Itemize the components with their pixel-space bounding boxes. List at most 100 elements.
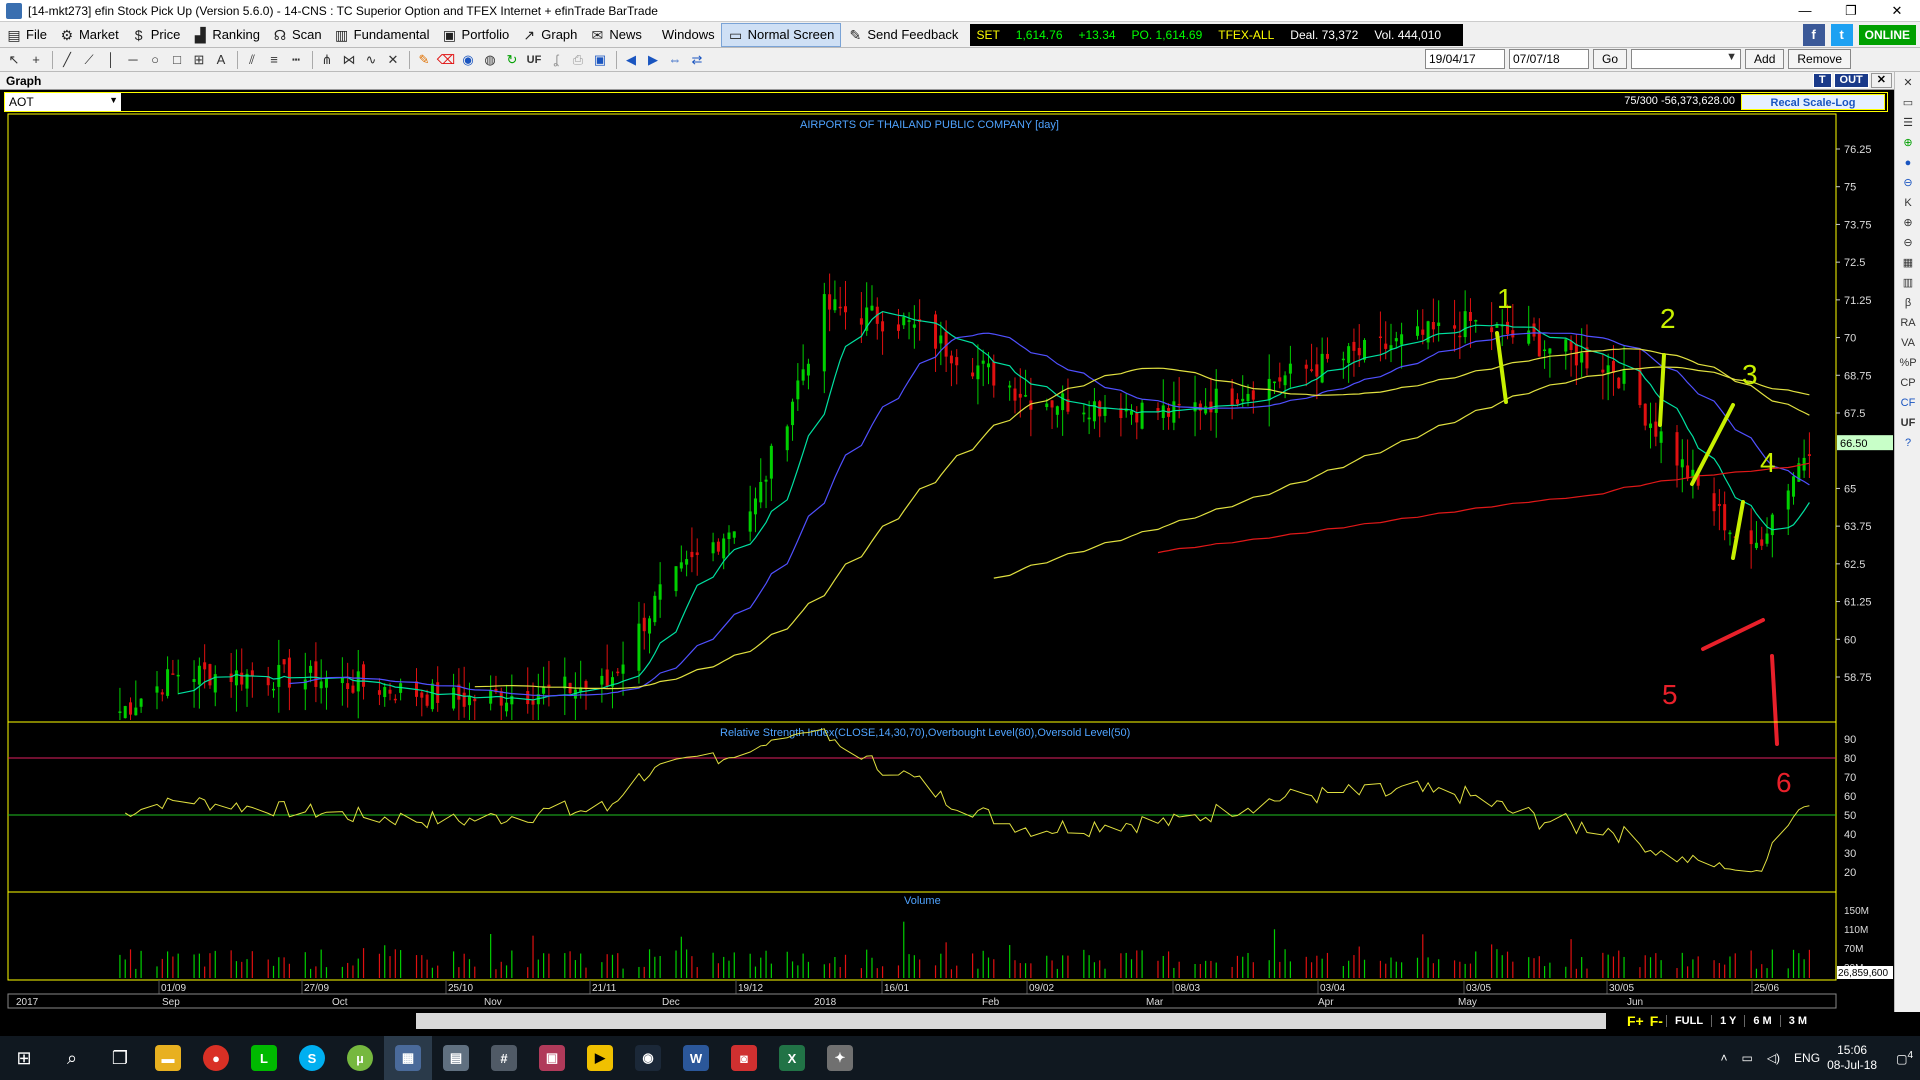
go-button[interactable]: Go [1593,49,1628,69]
script-icon[interactable]: ʆ [546,50,566,70]
side-minus-icon[interactable]: ⊖ [1897,174,1919,192]
menu-graph[interactable]: ↗ Graph [515,23,583,47]
clock[interactable]: 15:06 08-Jul-18 [1827,1043,1877,1073]
price-chart[interactable]: 76.257573.7572.571.257068.7567.56563.756… [0,112,1894,1012]
uf-icon[interactable]: UF [524,50,544,70]
scroll-left-icon[interactable]: ◀ [621,50,641,70]
maximize-button[interactable]: ❐ [1828,0,1874,22]
network-icon[interactable]: ▭ [1741,1051,1752,1065]
gann-icon[interactable]: ⋈ [339,50,359,70]
font-larger-button[interactable]: F+ [1624,1013,1647,1029]
side-window-icon[interactable]: ▭ [1897,94,1919,112]
line-icon[interactable]: L [240,1036,288,1080]
panel-close-button[interactable]: ✕ [1870,73,1892,88]
recalc-scale-button[interactable]: Recal Scale-Log [1741,94,1885,110]
text-icon[interactable]: A [211,50,231,70]
side-cf-icon[interactable]: CF [1897,394,1919,412]
crosshair-icon[interactable]: + [26,50,46,70]
side-cp-icon[interactable]: CP [1897,374,1919,392]
channel-icon[interactable]: ⫽ [242,50,262,70]
menu-fundamental[interactable]: ▥ Fundamental [328,23,436,47]
horizontal-line-icon[interactable]: ─ [123,50,143,70]
pointer-icon[interactable]: ↖ [4,50,24,70]
menu-windows[interactable]: Windows [648,23,721,47]
t-button[interactable]: T [1812,73,1832,88]
menu-file[interactable]: ▤ File [0,23,53,47]
chart-scrollbar[interactable] [416,1013,1606,1029]
twitter-icon[interactable]: t [1830,23,1853,46]
circle-icon[interactable]: ○ [145,50,165,70]
side-k-icon[interactable]: K [1897,194,1919,212]
symbol-select[interactable]: AOT ▼ [5,93,121,111]
remove-button[interactable]: Remove [1788,49,1852,69]
tf-1y-button[interactable]: 1 Y [1711,1015,1744,1027]
word-icon[interactable]: W [672,1036,720,1080]
tf-full-button[interactable]: FULL [1665,1015,1711,1027]
font-smaller-button[interactable]: F- [1647,1013,1666,1029]
minimize-button[interactable]: — [1782,0,1828,22]
side-ra-icon[interactable]: RA [1897,314,1919,332]
calculator-icon[interactable]: # [480,1036,528,1080]
efin-icon[interactable]: ▦ [384,1036,432,1080]
line-style-icon[interactable]: ┅ [286,50,306,70]
zoom-icon[interactable]: ◉ [458,50,478,70]
side-grid-icon[interactable]: ▥ [1897,274,1919,292]
side-help-icon[interactable]: ? [1897,434,1919,452]
tf-6m-button[interactable]: 6 M [1744,1015,1779,1027]
skype-icon[interactable]: S [288,1036,336,1080]
from-date-input[interactable]: 19/04/17 [1425,49,1505,69]
chrome-icon[interactable]: ● [192,1036,240,1080]
preset-select[interactable]: ▼ [1631,49,1742,69]
task-view-icon[interactable]: ❐ [96,1036,144,1080]
excel-icon[interactable]: X [768,1036,816,1080]
globe-icon[interactable]: ◍ [480,50,500,70]
pitchfork-icon[interactable]: ⋔ [317,50,337,70]
expand-icon[interactable]: ⇔ [665,50,685,70]
app-icon[interactable]: ▤ [432,1036,480,1080]
side-percent-icon[interactable]: %P [1897,354,1919,372]
to-date-input[interactable]: 07/07/18 [1509,49,1589,69]
search-icon[interactable]: ⌕ [48,1036,96,1080]
menu-news[interactable]: ✉ News [583,23,648,47]
pencil-icon[interactable]: ✎ [414,50,434,70]
shrink-icon[interactable]: ⇄ [687,50,707,70]
menu-portfolio[interactable]: ▣ Portfolio [436,23,516,47]
menu-normal-screen[interactable]: ▭ Normal Screen [720,22,842,47]
add-button[interactable]: Add [1745,49,1785,69]
rectangle-icon[interactable]: □ [167,50,187,70]
camera-icon[interactable]: ◙ [720,1036,768,1080]
side-uf-icon[interactable]: UF [1897,414,1919,432]
menu-price[interactable]: $ Price [125,23,187,47]
steam-icon[interactable]: ◉ [624,1036,672,1080]
chevron-up-icon[interactable]: ˄ [1720,1051,1727,1065]
volume-icon[interactable]: ◁) [1767,1051,1780,1065]
menu-market[interactable]: ⚙ Market [53,23,125,47]
scroll-right-icon[interactable]: ▶ [643,50,663,70]
side-info-icon[interactable]: ● [1897,154,1919,172]
calendar-icon[interactable]: ▣ [528,1036,576,1080]
menu-scan[interactable]: ☊ Scan [266,23,328,47]
ray-icon[interactable]: ⟋ [79,50,99,70]
language-indicator[interactable]: ENG [1794,1051,1820,1065]
close-button[interactable]: ✕ [1874,0,1920,22]
tool-icon[interactable]: ✦ [816,1036,864,1080]
print-icon[interactable]: ⎙ [568,50,588,70]
tf-3m-button[interactable]: 3 M [1779,1015,1815,1027]
side-zoom-out-icon[interactable]: ⊖ [1897,234,1919,252]
notifications-icon[interactable]: ▢4 [1896,1050,1913,1066]
side-add-icon[interactable]: ⊕ [1897,134,1919,152]
wave-icon[interactable]: ∿ [361,50,381,70]
side-list-icon[interactable]: ☰ [1897,114,1919,132]
eraser-icon[interactable]: ⌫ [436,50,456,70]
line-width-icon[interactable]: ≡ [264,50,284,70]
refresh-icon[interactable]: ↻ [502,50,522,70]
menu-ranking[interactable]: ▟ Ranking [186,23,266,47]
utorrent-icon[interactable]: µ [336,1036,384,1080]
fibonacci-icon[interactable]: ⊞ [189,50,209,70]
side-chart-icon[interactable]: ▦ [1897,254,1919,272]
menu-send-feedback[interactable]: ✎ Send Feedback [841,23,964,47]
side-close-icon[interactable]: ✕ [1897,74,1919,92]
file-explorer-icon[interactable]: ▬ [144,1036,192,1080]
side-beta-icon[interactable]: β [1897,294,1919,312]
out-button[interactable]: OUT [1833,73,1869,88]
